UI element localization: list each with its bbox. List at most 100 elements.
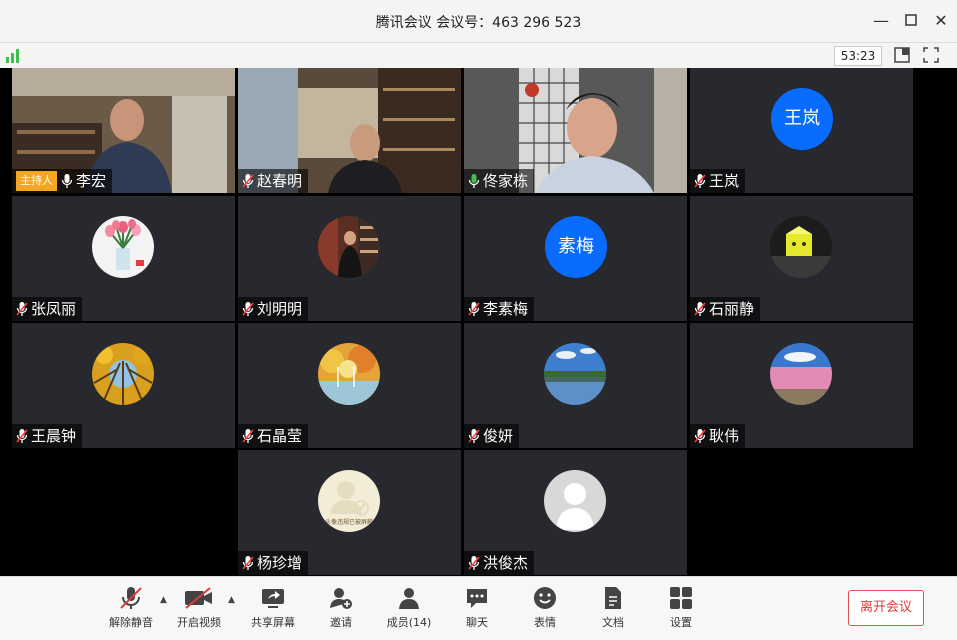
share-screen-icon	[262, 589, 284, 608]
video-grid: 主持人 李宏 赵春明 佟家栋 王岚 王岚 张凤丽 刘明明 素梅 李素梅 石丽静 …	[12, 68, 916, 576]
members-icon	[399, 588, 419, 609]
participant-name: 佟家栋	[483, 172, 529, 190]
participant-tile[interactable]: 洪俊杰	[464, 450, 687, 575]
invite-button[interactable]: 邀请	[311, 585, 371, 630]
participant-name: 赵春明	[257, 172, 303, 190]
chat-button[interactable]: 聊天	[447, 585, 507, 630]
microphone-muted-icon	[242, 174, 254, 188]
microphone-muted-icon	[242, 429, 254, 443]
participant-name-bar: 张凤丽	[12, 297, 83, 321]
microphone-speaking-icon	[468, 174, 480, 188]
participant-tile[interactable]: 张凤丽	[12, 196, 235, 321]
signal-strength-icon[interactable]	[6, 47, 22, 63]
participant-name: 李宏	[76, 172, 107, 190]
participant-name: 耿伟	[709, 427, 740, 445]
participant-tile[interactable]: 石晶莹	[238, 323, 461, 448]
participant-name-bar: 主持人 李宏	[12, 169, 113, 193]
microphone-muted-icon	[16, 429, 28, 443]
participant-name: 王晨钟	[31, 427, 77, 445]
video-options-chevron-icon[interactable]: ▲	[228, 595, 235, 605]
meeting-timer: 53:23	[834, 46, 882, 66]
participant-tile[interactable]: 王晨钟	[12, 323, 235, 448]
participant-tile[interactable]: 刘明明	[238, 196, 461, 321]
participant-name-bar: 佟家栋	[464, 169, 535, 193]
meeting-toolbar: 解除静音 ▲ 开启视频 ▲ 共享屏幕 邀请 成员(14) 聊天 表情 文档 设置…	[0, 576, 957, 640]
autumn-landscape-icon	[318, 343, 380, 405]
participant-tile[interactable]: 佟家栋	[464, 68, 687, 193]
layout-switch-icon[interactable]	[893, 46, 911, 64]
leave-meeting-button[interactable]: 离开会议	[848, 590, 924, 626]
microphone-muted-icon	[468, 302, 480, 316]
pink-lake-icon	[770, 343, 832, 405]
camera-off-icon	[185, 587, 212, 609]
participant-name: 俊妍	[483, 427, 514, 445]
participant-name-bar: 刘明明	[238, 297, 309, 321]
close-icon[interactable]: ✕	[930, 10, 952, 32]
grid-settings-icon	[670, 587, 692, 609]
maximize-icon[interactable]	[900, 10, 922, 32]
settings-button[interactable]: 设置	[651, 585, 711, 630]
microphone-muted-icon	[242, 556, 254, 570]
default-person-icon	[544, 470, 606, 532]
participant-name-bar: 俊妍	[464, 424, 520, 448]
microphone-muted-icon	[468, 429, 480, 443]
tulip-flowers-icon	[92, 216, 154, 278]
participant-name-bar: 李素梅	[464, 297, 535, 321]
participant-name: 洪俊杰	[483, 554, 529, 572]
participant-tile[interactable]: 王岚 王岚	[690, 68, 913, 193]
microphone-muted-icon	[16, 302, 28, 316]
share-screen-button[interactable]: 共享屏幕	[243, 585, 303, 630]
chat-bubble-icon	[467, 589, 487, 608]
microphone-muted-icon	[120, 587, 142, 609]
participant-tile[interactable]: 素梅 李素梅	[464, 196, 687, 321]
participant-name-bar: 石丽静	[690, 297, 761, 321]
participant-name-bar: 石晶莹	[238, 424, 309, 448]
smiley-icon	[534, 587, 556, 609]
participant-name-bar: 杨珍增	[238, 551, 309, 575]
participant-name: 李素梅	[483, 300, 529, 318]
members-button[interactable]: 成员(14)	[379, 585, 439, 630]
fullscreen-icon[interactable]	[922, 46, 940, 64]
unmute-options-chevron-icon[interactable]: ▲	[160, 595, 167, 605]
participant-tile[interactable]: 赵春明	[238, 68, 461, 193]
participant-name: 王岚	[709, 172, 740, 190]
placeholder-person-icon: 头像违规已被屏蔽	[318, 470, 380, 532]
documents-button[interactable]: 文档	[583, 585, 643, 630]
participant-tile[interactable]: 头像违规已被屏蔽 杨珍增	[238, 450, 461, 575]
participant-name: 张凤丽	[31, 300, 77, 318]
participant-name: 杨珍增	[257, 554, 303, 572]
minimize-icon[interactable]: —	[870, 10, 892, 32]
microphone-icon	[61, 174, 73, 188]
add-user-icon	[330, 588, 352, 609]
microphone-muted-icon	[694, 429, 706, 443]
participant-name-bar: 赵春明	[238, 169, 309, 193]
autumn-trees-icon	[92, 343, 154, 405]
participant-tile[interactable]: 石丽静	[690, 196, 913, 321]
unmute-button[interactable]: 解除静音	[101, 585, 161, 630]
title-bar: 腾讯会议 会议号：463 296 523 — ✕	[0, 0, 957, 43]
status-bar: 53:23	[0, 43, 957, 68]
avatar: 王岚	[771, 88, 833, 150]
reactions-button[interactable]: 表情	[515, 585, 575, 630]
microphone-muted-icon	[242, 302, 254, 316]
yellow-box-icon	[770, 216, 832, 278]
microphone-muted-icon	[694, 174, 706, 188]
start-video-button[interactable]: 开启视频	[169, 585, 229, 630]
lake-landscape-icon	[544, 343, 606, 405]
microphone-muted-icon	[694, 302, 706, 316]
participant-name-bar: 耿伟	[690, 424, 746, 448]
participant-tile[interactable]: 俊妍	[464, 323, 687, 448]
portrait-photo-icon	[318, 216, 380, 278]
participant-tile[interactable]: 耿伟	[690, 323, 913, 448]
avatar: 素梅	[545, 216, 607, 278]
window-title: 腾讯会议 会议号：463 296 523	[375, 15, 582, 31]
document-icon	[605, 587, 621, 609]
host-badge: 主持人	[16, 171, 57, 191]
microphone-muted-icon	[468, 556, 480, 570]
participant-name: 石丽静	[709, 300, 755, 318]
participant-tile[interactable]: 主持人 李宏	[12, 68, 235, 193]
participant-name: 刘明明	[257, 300, 303, 318]
participant-name: 石晶莹	[257, 427, 303, 445]
participant-name-bar: 王岚	[690, 169, 746, 193]
participant-name-bar: 王晨钟	[12, 424, 83, 448]
